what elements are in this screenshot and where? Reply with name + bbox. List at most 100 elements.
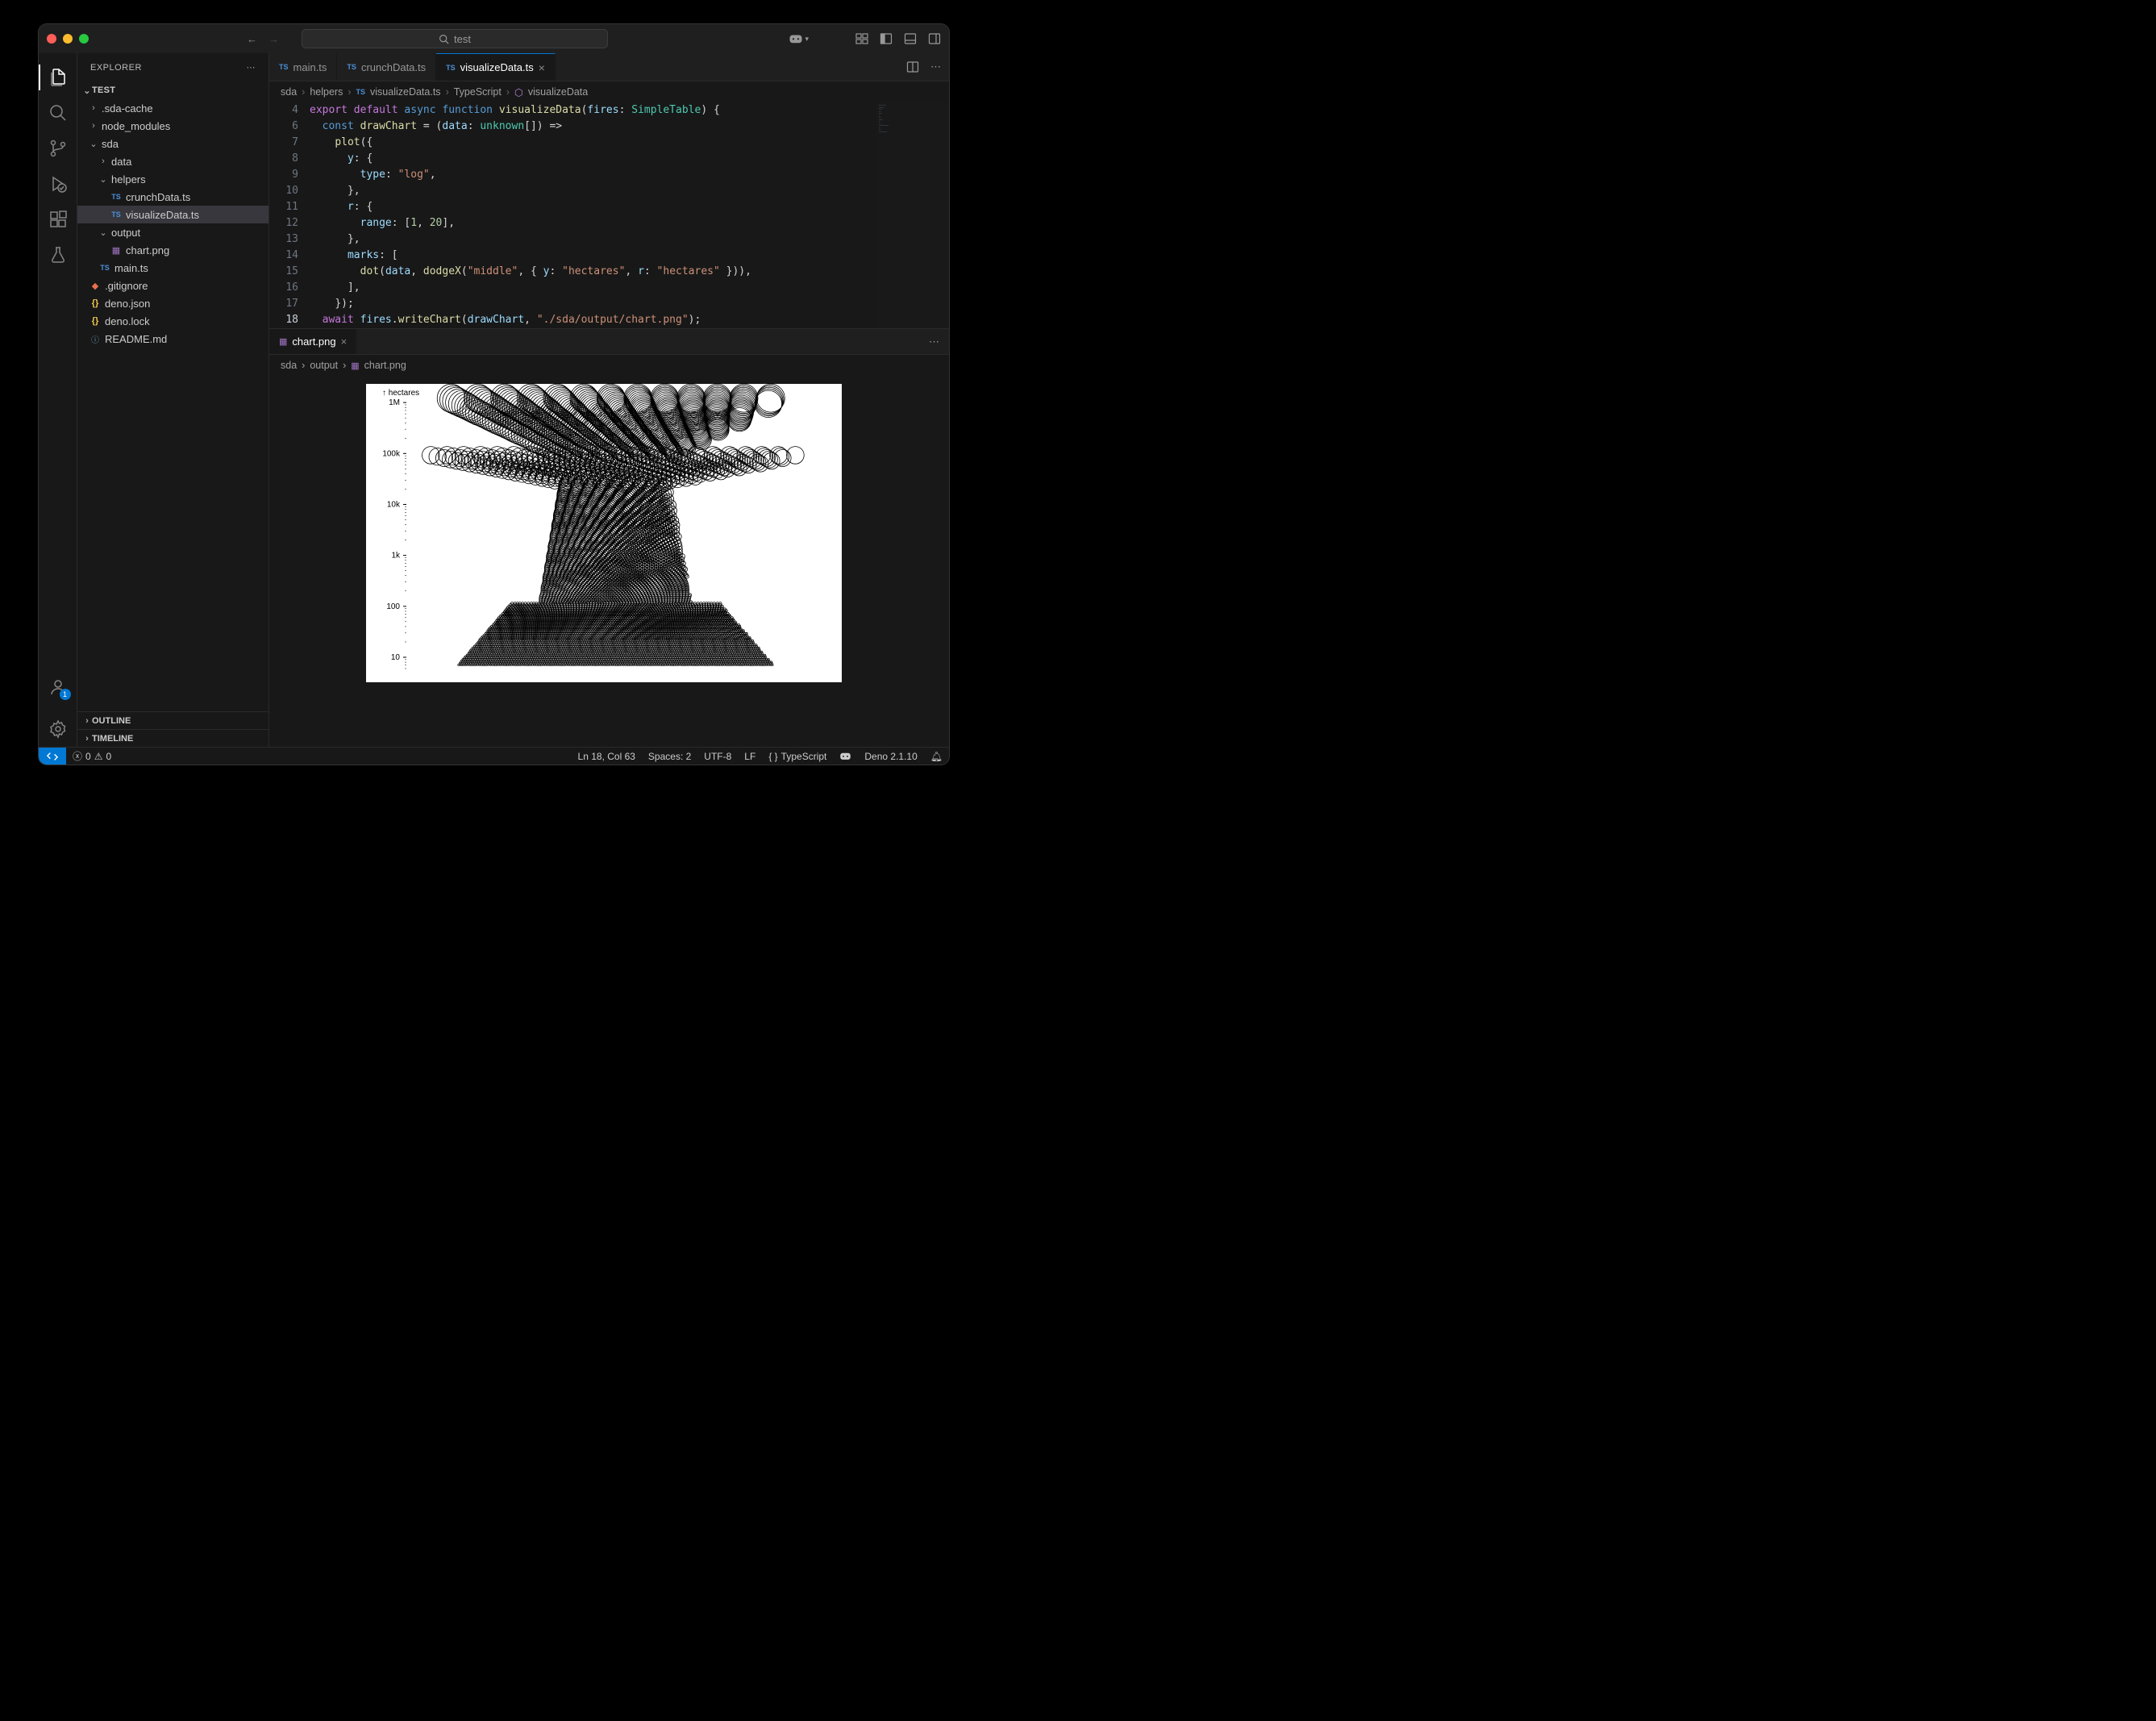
eol-button[interactable]: LF	[738, 751, 762, 762]
close-window-button[interactable]	[47, 34, 56, 44]
folder-data[interactable]: ›data	[77, 152, 268, 170]
nav-back-button[interactable]: ←	[247, 33, 257, 45]
chart-image: ↑ hectares101001k10k100k1M	[366, 384, 842, 682]
indentation-button[interactable]: Spaces: 2	[642, 751, 697, 762]
minimize-window-button[interactable]	[63, 34, 73, 44]
symbol-icon: ⬡	[514, 86, 523, 98]
chevron-down-icon: ⌄	[98, 227, 108, 238]
explorer-more-button[interactable]: ⋯	[247, 62, 256, 73]
line-gutter: 4 6 7 8 9 10 11 12 13 14 15 16 17 18	[269, 102, 310, 328]
activity-bar: 1	[39, 53, 77, 747]
vscode-window: ← → test ▾	[39, 24, 949, 765]
file-gitignore[interactable]: ◆.gitignore	[77, 277, 268, 294]
chevron-down-icon: ⌄	[89, 139, 98, 149]
testing-activity[interactable]	[39, 237, 77, 273]
folder-node-modules[interactable]: ›node_modules	[77, 117, 268, 135]
folder-output[interactable]: ⌄output	[77, 223, 268, 241]
folder-sda-cache[interactable]: ›.sda-cache	[77, 99, 268, 117]
copilot-button[interactable]: ▾	[789, 32, 809, 45]
extensions-activity[interactable]	[39, 202, 77, 237]
debug-icon	[48, 174, 68, 194]
code-editor[interactable]: 4 6 7 8 9 10 11 12 13 14 15 16 17 18 exp…	[269, 102, 949, 328]
toggle-panel-icon[interactable]	[904, 32, 917, 45]
typescript-icon: TS	[110, 210, 123, 219]
copilot-status[interactable]	[833, 751, 858, 762]
project-root[interactable]: ⌄ TEST	[77, 81, 268, 99]
close-panel-tab-button[interactable]: ×	[341, 335, 348, 348]
editor-more-button[interactable]: ⋯	[930, 60, 941, 73]
file-crunchdata[interactable]: TScrunchData.ts	[77, 188, 268, 206]
panel-tabs: ▦ chart.png × ⋯	[269, 328, 949, 355]
outline-section[interactable]: ›OUTLINE	[77, 711, 268, 729]
image-icon: ▦	[351, 360, 359, 371]
json-icon: {}	[89, 298, 102, 308]
image-preview[interactable]: ↑ hectares101001k10k100k1M	[269, 376, 949, 747]
nav-arrows: ← →	[247, 33, 279, 45]
json-icon: {}	[89, 316, 102, 326]
settings-activity[interactable]	[39, 711, 77, 747]
encoding-button[interactable]: UTF-8	[697, 751, 738, 762]
tab-visualizedata[interactable]: TSvisualizeData.ts×	[436, 53, 556, 81]
runtime-button[interactable]: Deno 2.1.10	[858, 751, 923, 762]
files-icon	[48, 68, 68, 87]
run-debug-activity[interactable]	[39, 166, 77, 202]
titlebar: ← → test ▾	[39, 24, 949, 53]
command-center[interactable]: test	[302, 29, 608, 48]
file-visualizedata[interactable]: TSvisualizeData.ts	[77, 206, 268, 223]
layout-customize-icon[interactable]	[855, 32, 868, 45]
close-tab-button[interactable]: ×	[539, 61, 545, 74]
code-content: export default async function visualizeD…	[310, 102, 949, 328]
split-editor-button[interactable]	[906, 60, 919, 73]
file-chart-png[interactable]: ▦chart.png	[77, 241, 268, 259]
editor-tabs: TSmain.ts TScrunchData.ts TSvisualizeDat…	[269, 53, 949, 81]
editor-group: TSmain.ts TScrunchData.ts TSvisualizeDat…	[269, 53, 949, 747]
chevron-right-icon: ›	[82, 734, 92, 744]
gear-icon	[48, 719, 68, 739]
nav-forward-button[interactable]: →	[268, 33, 279, 45]
folder-helpers[interactable]: ⌄helpers	[77, 170, 268, 188]
remote-button[interactable]	[39, 748, 66, 765]
search-icon	[48, 103, 68, 123]
copilot-icon	[789, 32, 803, 45]
timeline-section[interactable]: ›TIMELINE	[77, 729, 268, 747]
explorer-sidebar: EXPLORER ⋯ ⌄ TEST ›.sda-cache ›node_modu…	[77, 53, 269, 747]
accounts-activity[interactable]: 1	[39, 669, 77, 705]
typescript-icon: TS	[98, 264, 111, 272]
beaker-icon	[48, 245, 68, 265]
svg-text:10: 10	[391, 653, 401, 662]
chevron-down-icon: ⌄	[98, 174, 108, 185]
toggle-secondary-sidebar-icon[interactable]	[928, 32, 941, 45]
folder-sda[interactable]: ⌄sda	[77, 135, 268, 152]
problems-button[interactable]: ⓧ0 ⚠0	[66, 749, 118, 763]
toggle-sidebar-icon[interactable]	[880, 32, 893, 45]
typescript-icon: TS	[356, 88, 366, 96]
file-deno-json[interactable]: {}deno.json	[77, 294, 268, 312]
panel-more-button[interactable]: ⋯	[929, 335, 939, 348]
copilot-icon	[839, 751, 851, 761]
tab-crunchdata[interactable]: TScrunchData.ts	[337, 53, 436, 81]
source-control-activity[interactable]	[39, 131, 77, 166]
breadcrumb[interactable]: sda› helpers› TSvisualizeData.ts› TypeSc…	[269, 81, 949, 102]
command-center-text: test	[454, 33, 471, 45]
remote-icon	[47, 751, 58, 762]
minimap[interactable]: ▬▬▬▬▬▬▬▬▬▬▬▬▬▬▬▬▬▬▬▬▬▬▬▬▬▬▬▬▬▬▬▬▬▬▬▬▬▬▬▬…	[876, 102, 949, 328]
file-deno-lock[interactable]: {}deno.lock	[77, 312, 268, 330]
search-activity[interactable]	[39, 95, 77, 131]
image-icon: ▦	[110, 245, 123, 256]
panel-breadcrumb[interactable]: sda› output› ▦chart.png	[269, 355, 949, 376]
panel-tab-chart[interactable]: ▦ chart.png ×	[269, 329, 356, 354]
maximize-window-button[interactable]	[79, 34, 89, 44]
chevron-down-icon: ▾	[805, 35, 809, 44]
language-mode-button[interactable]: { }TypeScript	[762, 751, 833, 762]
git-branch-icon	[48, 139, 68, 158]
cursor-position[interactable]: Ln 18, Col 63	[572, 751, 642, 762]
file-readme[interactable]: ⓘREADME.md	[77, 330, 268, 348]
chevron-down-icon: ⌄	[82, 85, 92, 96]
error-icon: ⓧ	[73, 749, 82, 763]
tab-main-ts[interactable]: TSmain.ts	[269, 53, 337, 81]
notifications-button[interactable]: 🔔︎	[924, 751, 949, 762]
file-main-ts[interactable]: TSmain.ts	[77, 259, 268, 277]
svg-text:10k: 10k	[387, 500, 401, 509]
explorer-activity[interactable]	[39, 60, 77, 95]
typescript-icon: TS	[347, 63, 356, 71]
